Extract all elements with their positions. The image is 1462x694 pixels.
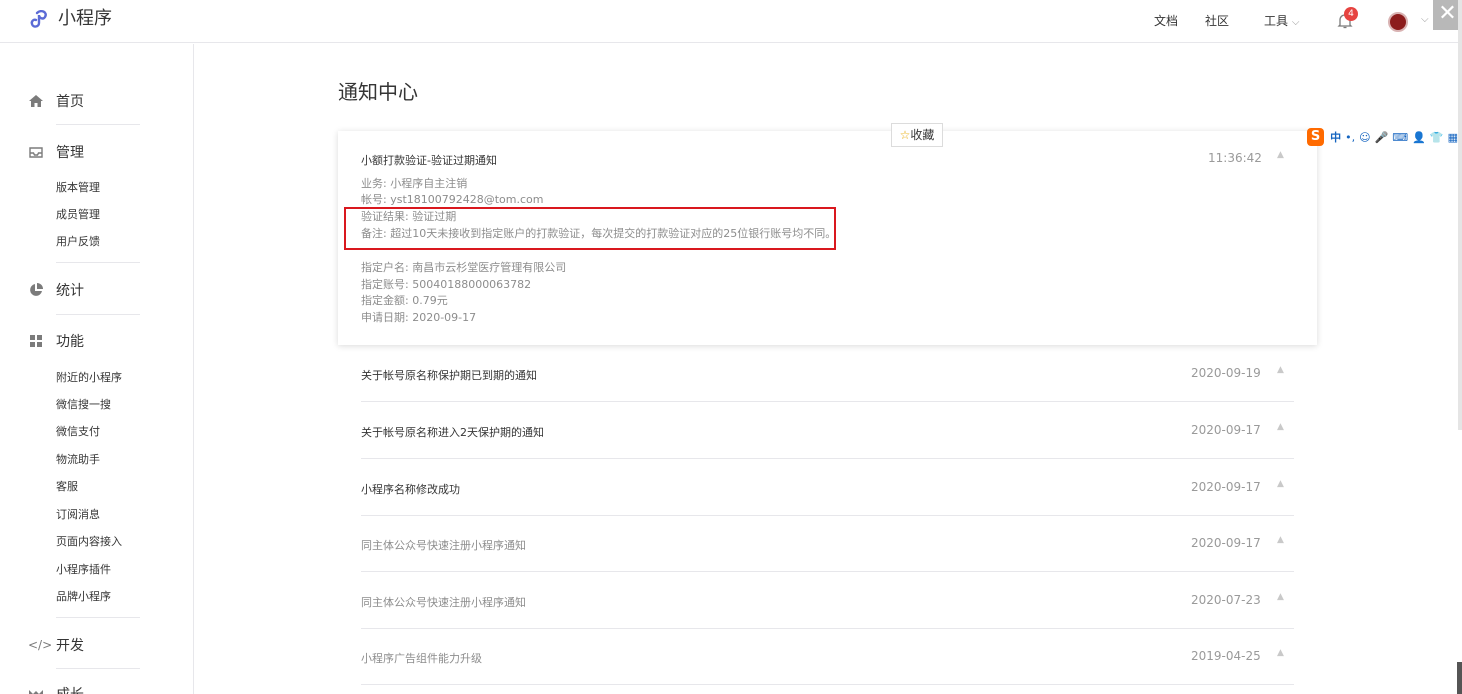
notification-title: 小额打款验证-验证过期通知: [361, 154, 497, 167]
sidebar-divider: [56, 124, 140, 125]
sidebar-item-growth[interactable]: 成长: [28, 684, 84, 694]
detail-business: 业务: 小程序自主注销: [361, 177, 468, 190]
sidebar-item-service[interactable]: 客服: [56, 479, 78, 495]
favorite-button[interactable]: ☆收藏: [891, 123, 943, 147]
list-item[interactable]: 关于帐号原名称保护期已到期的通知 2020-09-19 ▲: [361, 345, 1294, 402]
notification-title: 关于帐号原名称保护期已到期的通知: [361, 369, 537, 382]
detail-account-name: 指定户名: 南昌市云杉堂医疗管理有限公司: [361, 261, 567, 274]
growth-icon: [29, 690, 43, 694]
sidebar-item-plugin[interactable]: 小程序插件: [56, 562, 111, 578]
detail-apply-date: 申请日期: 2020-09-17: [361, 311, 477, 324]
notification-title: 小程序广告组件能力升级: [361, 652, 482, 665]
pie-chart-icon: [30, 283, 43, 296]
sidebar-divider: [56, 262, 140, 263]
home-icon: [29, 95, 43, 107]
sidebar-manage-label: 管理: [56, 145, 84, 161]
sidebar-stats-label: 统计: [56, 283, 84, 299]
user-icon[interactable]: 👤: [1412, 131, 1426, 144]
list-item[interactable]: 同主体公众号快速注册小程序通知 2020-09-17 ▲: [361, 515, 1294, 572]
ime-toolbar[interactable]: S 中 •, ☺ 🎤 ⌨ 👤 👕 ▦: [1307, 127, 1462, 147]
chevron-icon[interactable]: ▲: [1277, 479, 1284, 489]
list-item[interactable]: 同主体公众号快速注册小程序通知 2020-07-23 ▲: [361, 572, 1294, 629]
notification-title: 同主体公众号快速注册小程序通知: [361, 596, 526, 609]
chevron-up-icon[interactable]: ▲: [1277, 150, 1284, 160]
sidebar-divider: [56, 668, 140, 669]
list-item[interactable]: 小程序广告组件能力升级 2019-04-25 ▲: [361, 628, 1294, 685]
notification-title: 同主体公众号快速注册小程序通知: [361, 539, 526, 552]
top-bar: 小程序 文档 社区 工具 ⌵ 4 ⌵ ✕: [0, 0, 1462, 43]
star-icon: ☆: [899, 128, 911, 142]
sidebar-item-manage[interactable]: 管理: [28, 142, 84, 162]
sidebar-item-search[interactable]: 微信搜一搜: [56, 397, 111, 413]
sidebar-item-subscribe[interactable]: 订阅消息: [56, 507, 100, 523]
sidebar-item-content[interactable]: 页面内容接入: [56, 534, 122, 550]
sidebar-item-develop[interactable]: </> 开发: [28, 635, 84, 655]
nav-tools-label: 工具: [1264, 14, 1289, 28]
chevron-icon[interactable]: ▲: [1277, 365, 1284, 375]
notification-date: 2020-09-17: [1191, 423, 1261, 437]
scrollbar-thumb[interactable]: [1457, 662, 1462, 694]
detail-account: 帐号: yst18100792428@tom.com: [361, 193, 544, 206]
sidebar-features-label: 功能: [56, 334, 84, 350]
chevron-icon[interactable]: ▲: [1277, 648, 1284, 658]
avatar-chevron-down-icon[interactable]: ⌵: [1421, 14, 1429, 25]
notification-date: 2020-07-23: [1191, 593, 1261, 607]
notification-date: 2019-04-25: [1191, 649, 1261, 663]
sogou-logo-icon: S: [1307, 128, 1325, 146]
notification-date: 2020-09-19: [1191, 366, 1261, 380]
list-item[interactable]: 关于帐号原名称进入2天保护期的通知 2020-09-17 ▲: [361, 402, 1294, 459]
sidebar-home-label: 首页: [56, 94, 84, 110]
sidebar-item-brand[interactable]: 品牌小程序: [56, 589, 111, 605]
highlight-box: [344, 207, 836, 250]
list-item[interactable]: 小程序名称修改成功 2020-09-17 ▲: [361, 459, 1294, 516]
detail-amount: 指定金额: 0.79元: [361, 294, 448, 307]
page-title: 通知中心: [338, 80, 418, 104]
sidebar-item-version[interactable]: 版本管理: [56, 180, 100, 196]
favorite-label: 收藏: [910, 128, 935, 142]
sidebar-item-home[interactable]: 首页: [28, 91, 84, 111]
notification-title: 小程序名称修改成功: [361, 483, 460, 496]
chevron-icon[interactable]: ▲: [1277, 422, 1284, 432]
ime-mode-label[interactable]: 中: [1330, 129, 1341, 145]
code-icon: </>: [28, 638, 53, 652]
chevron-icon[interactable]: ▲: [1277, 592, 1284, 602]
chevron-icon[interactable]: ▲: [1277, 535, 1284, 545]
miniprogram-logo-icon: [30, 9, 47, 28]
sidebar-item-nearby[interactable]: 附近的小程序: [56, 370, 122, 386]
sidebar-item-logistics[interactable]: 物流助手: [56, 452, 100, 468]
sidebar-divider: [56, 314, 140, 315]
scrollbar-track[interactable]: [1458, 0, 1462, 430]
punctuation-icon[interactable]: •,: [1345, 131, 1355, 144]
nav-docs-link[interactable]: 文档: [1154, 12, 1178, 30]
logo[interactable]: 小程序: [28, 7, 112, 31]
notification-date: 2020-09-17: [1191, 536, 1261, 550]
sidebar-item-feedback[interactable]: 用户反馈: [56, 234, 100, 250]
notification-time: 11:36:42: [1208, 151, 1262, 165]
emoji-icon[interactable]: ☺: [1359, 131, 1370, 144]
sidebar-divider: [56, 617, 140, 618]
sidebar-growth-label: 成长: [56, 684, 84, 694]
sidebar-item-features[interactable]: 功能: [28, 331, 84, 351]
grid-icon: [30, 335, 42, 347]
notification-badge: 4: [1344, 7, 1358, 21]
skin-icon[interactable]: 👕: [1430, 131, 1444, 144]
nav-community-link[interactable]: 社区: [1205, 12, 1229, 30]
avatar[interactable]: [1388, 12, 1408, 32]
sidebar-item-pay[interactable]: 微信支付: [56, 424, 100, 440]
microphone-icon[interactable]: 🎤: [1375, 131, 1389, 144]
inbox-icon: [29, 147, 43, 158]
logo-text: 小程序: [58, 8, 112, 29]
menu-grid-icon[interactable]: ▦: [1448, 131, 1458, 144]
sidebar-develop-label: 开发: [56, 638, 84, 654]
keyboard-icon[interactable]: ⌨: [1392, 131, 1408, 144]
notification-title: 关于帐号原名称进入2天保护期的通知: [361, 426, 544, 439]
sidebar-item-members[interactable]: 成员管理: [56, 207, 100, 223]
notification-date: 2020-09-17: [1191, 480, 1261, 494]
nav-tools-menu[interactable]: 工具 ⌵: [1264, 12, 1299, 32]
chevron-down-icon: ⌵: [1291, 17, 1300, 28]
detail-account-number: 指定账号: 50040188000063782: [361, 278, 532, 291]
sidebar-item-stats[interactable]: 统计: [28, 280, 84, 300]
